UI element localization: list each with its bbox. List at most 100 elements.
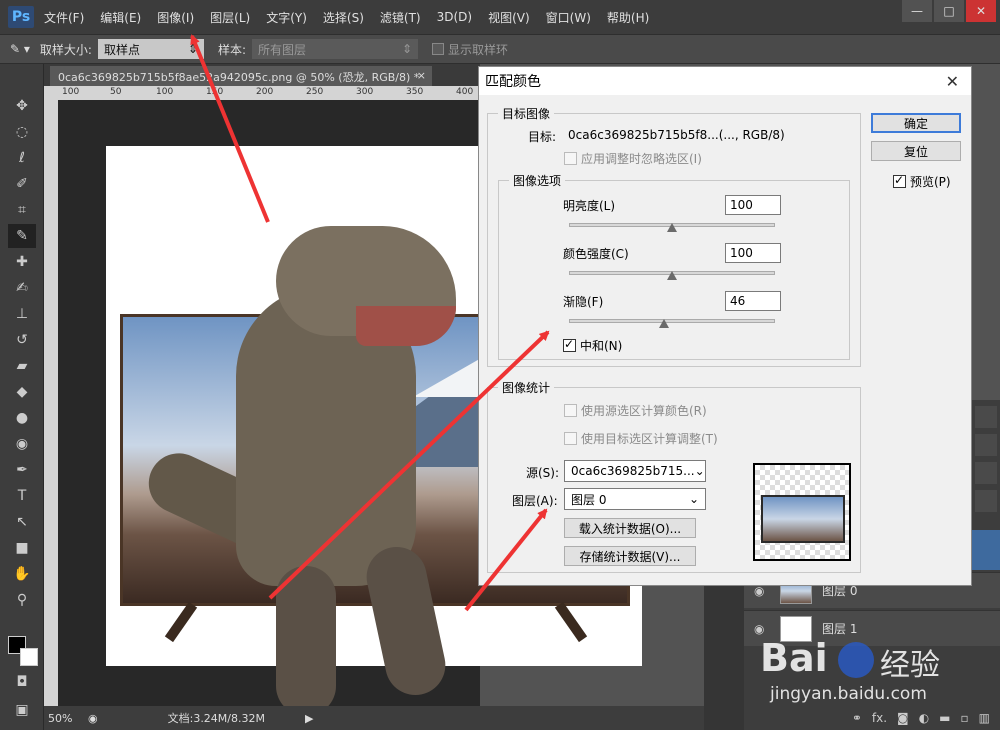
panel-option-icon[interactable] xyxy=(975,406,997,428)
use-target-selection-option[interactable]: 使用目标选区计算调整(T) xyxy=(564,430,718,447)
use-target-selection-label: 使用目标选区计算调整(T) xyxy=(581,432,718,446)
show-ring-checkbox[interactable] xyxy=(432,43,444,55)
use-source-selection-label: 使用源选区计算颜色(R) xyxy=(581,404,707,418)
background-color-swatch[interactable] xyxy=(20,648,38,666)
luminance-slider-knob[interactable] xyxy=(667,223,677,232)
menu-select[interactable]: 选择(S) xyxy=(323,9,364,26)
crop-tool-icon[interactable]: ⌗ xyxy=(8,198,36,222)
save-stats-button[interactable]: 存储统计数据(V)... xyxy=(564,546,696,566)
dialog-close-icon[interactable]: ✕ xyxy=(946,72,959,91)
intensity-label: 颜色强度(C) xyxy=(563,247,629,261)
dodge-tool-icon[interactable]: ◉ xyxy=(8,432,36,456)
menu-layer[interactable]: 图层(L) xyxy=(210,9,250,26)
sample-size-select[interactable]: 取样点 ⇕ xyxy=(97,39,204,59)
tools-panel: ✥ ◌ ℓ ✐ ⌗ ✎ ✚ ✍ ⊥ ↺ ▰ ◆ ● ◉ ✒ T ↖ ■ ✋ ⚲ … xyxy=(0,64,44,730)
image-options-label: 图像选项 xyxy=(509,172,566,189)
document-tab[interactable]: 0ca6c369825b715b5f8ae52a942095c.png @ 50… xyxy=(50,66,432,86)
preview-label: 预览(P) xyxy=(910,175,951,189)
menu-window[interactable]: 窗口(W) xyxy=(546,9,591,26)
zoom-tool-icon[interactable]: ⚲ xyxy=(8,588,36,612)
maximize-button[interactable]: □ xyxy=(934,0,964,22)
fade-input[interactable]: 46 xyxy=(725,291,781,311)
fade-label: 渐隐(F) xyxy=(563,295,604,309)
menu-3d[interactable]: 3D(D) xyxy=(437,10,472,24)
panel-option-icon[interactable] xyxy=(975,490,997,512)
horizontal-ruler: 100 50 100 150 200 250 300 350 400 xyxy=(58,86,480,100)
use-source-selection-option[interactable]: 使用源选区计算颜色(R) xyxy=(564,402,707,419)
match-color-dialog: 匹配颜色 ✕ 目标图像 目标: 0ca6c369825b715b5f8...(.… xyxy=(478,66,972,586)
quick-select-tool-icon[interactable]: ✐ xyxy=(8,172,36,196)
eraser-tool-icon[interactable]: ▰ xyxy=(8,354,36,378)
menu-edit[interactable]: 编辑(E) xyxy=(100,9,141,26)
rectangle-tool-icon[interactable]: ■ xyxy=(8,536,36,560)
luminance-input[interactable]: 100 xyxy=(725,195,781,215)
reset-button[interactable]: 复位 xyxy=(871,141,961,161)
intensity-slider-knob[interactable] xyxy=(667,271,677,280)
use-source-selection-checkbox[interactable] xyxy=(564,404,577,417)
screen-mode-icon[interactable]: ▣ xyxy=(8,698,36,722)
status-arrow-icon[interactable]: ▶ xyxy=(305,712,313,725)
document-tab-close-icon[interactable]: × xyxy=(417,69,426,82)
neutralize-option[interactable]: 中和(N) xyxy=(563,337,622,354)
menu-type[interactable]: 文字(Y) xyxy=(266,9,307,26)
eyedropper-tool-icon[interactable]: ✎ ▾ xyxy=(10,42,30,56)
zoom-level[interactable]: 50% xyxy=(48,712,88,725)
menu-image[interactable]: 图像(I) xyxy=(157,9,194,26)
type-tool-icon[interactable]: T xyxy=(8,484,36,508)
ignore-selection-option[interactable]: 应用调整时忽略选区(I) xyxy=(564,150,702,167)
menu-file[interactable]: 文件(F) xyxy=(44,9,84,26)
eyedropper-tool-icon[interactable]: ✎ xyxy=(8,224,36,248)
path-select-tool-icon[interactable]: ↖ xyxy=(8,510,36,534)
source-select[interactable]: 0ca6c369825b715... ⌄ xyxy=(564,460,706,482)
layer-select[interactable]: 图层 0 ⌄ xyxy=(564,488,706,510)
fade-slider-knob[interactable] xyxy=(658,319,669,328)
neutralize-checkbox[interactable] xyxy=(563,337,576,352)
panel-option-icon[interactable] xyxy=(975,434,997,456)
clone-stamp-tool-icon[interactable]: ⊥ xyxy=(8,302,36,326)
status-menu-icon[interactable]: ◉ xyxy=(88,712,98,725)
layer-value: 图层 0 xyxy=(571,492,607,507)
ruler-tick: 100 xyxy=(156,87,174,97)
chevron-down-icon: ⌄ xyxy=(694,464,705,478)
marquee-tool-icon[interactable]: ◌ xyxy=(8,120,36,144)
menu-view[interactable]: 视图(V) xyxy=(488,9,530,26)
move-tool-icon[interactable]: ✥ xyxy=(8,94,36,118)
use-target-selection-checkbox[interactable] xyxy=(564,432,577,445)
healing-brush-tool-icon[interactable]: ✚ xyxy=(8,250,36,274)
minimize-button[interactable]: — xyxy=(902,0,932,22)
fade-slider[interactable] xyxy=(569,319,775,328)
luminance-slider[interactable] xyxy=(569,223,775,232)
target-image-group: 目标图像 目标: 0ca6c369825b715b5f8...(..., RGB… xyxy=(487,105,861,367)
lasso-tool-icon[interactable]: ℓ xyxy=(8,146,36,170)
panel-option-icon[interactable] xyxy=(975,462,997,484)
eye-icon[interactable]: ◉ xyxy=(754,622,774,636)
pen-tool-icon[interactable]: ✒ xyxy=(8,458,36,482)
menu-filter[interactable]: 滤镜(T) xyxy=(380,9,421,26)
dialog-titlebar: 匹配颜色 ✕ xyxy=(479,67,971,95)
intensity-input[interactable]: 100 xyxy=(725,243,781,263)
hand-tool-icon[interactable]: ✋ xyxy=(8,562,36,586)
canvas-area[interactable] xyxy=(58,100,642,716)
menu-help[interactable]: 帮助(H) xyxy=(607,9,649,26)
preview-option[interactable]: 预览(P) xyxy=(893,173,951,190)
menu-bar: Ps 文件(F) 编辑(E) 图像(I) 图层(L) 文字(Y) 选择(S) 滤… xyxy=(0,0,1000,34)
preview-checkbox[interactable] xyxy=(893,173,906,188)
intensity-slider[interactable] xyxy=(569,271,775,280)
ruler-tick: 50 xyxy=(110,87,122,97)
paint-bucket-tool-icon[interactable]: ◆ xyxy=(8,380,36,404)
brush-tool-icon[interactable]: ✍ xyxy=(8,276,36,300)
ignore-selection-checkbox[interactable] xyxy=(564,152,577,165)
show-ring-label: 显示取样环 xyxy=(448,42,509,57)
dialog-title: 匹配颜色 xyxy=(485,74,541,90)
quick-mask-icon[interactable]: ◘ xyxy=(8,670,36,694)
load-stats-button[interactable]: 载入统计数据(O)... xyxy=(564,518,696,538)
sample-select[interactable]: 所有图层 ⇕ xyxy=(252,39,418,59)
close-window-button[interactable]: ✕ xyxy=(966,0,996,22)
blur-tool-icon[interactable]: ● xyxy=(8,406,36,430)
layer-name[interactable]: 图层 1 xyxy=(822,620,857,637)
color-swatches[interactable] xyxy=(8,636,40,670)
tv-stand-left xyxy=(164,601,198,643)
ok-button[interactable]: 确定 xyxy=(871,113,961,133)
luminance-label: 明亮度(L) xyxy=(563,199,616,213)
history-brush-tool-icon[interactable]: ↺ xyxy=(8,328,36,352)
